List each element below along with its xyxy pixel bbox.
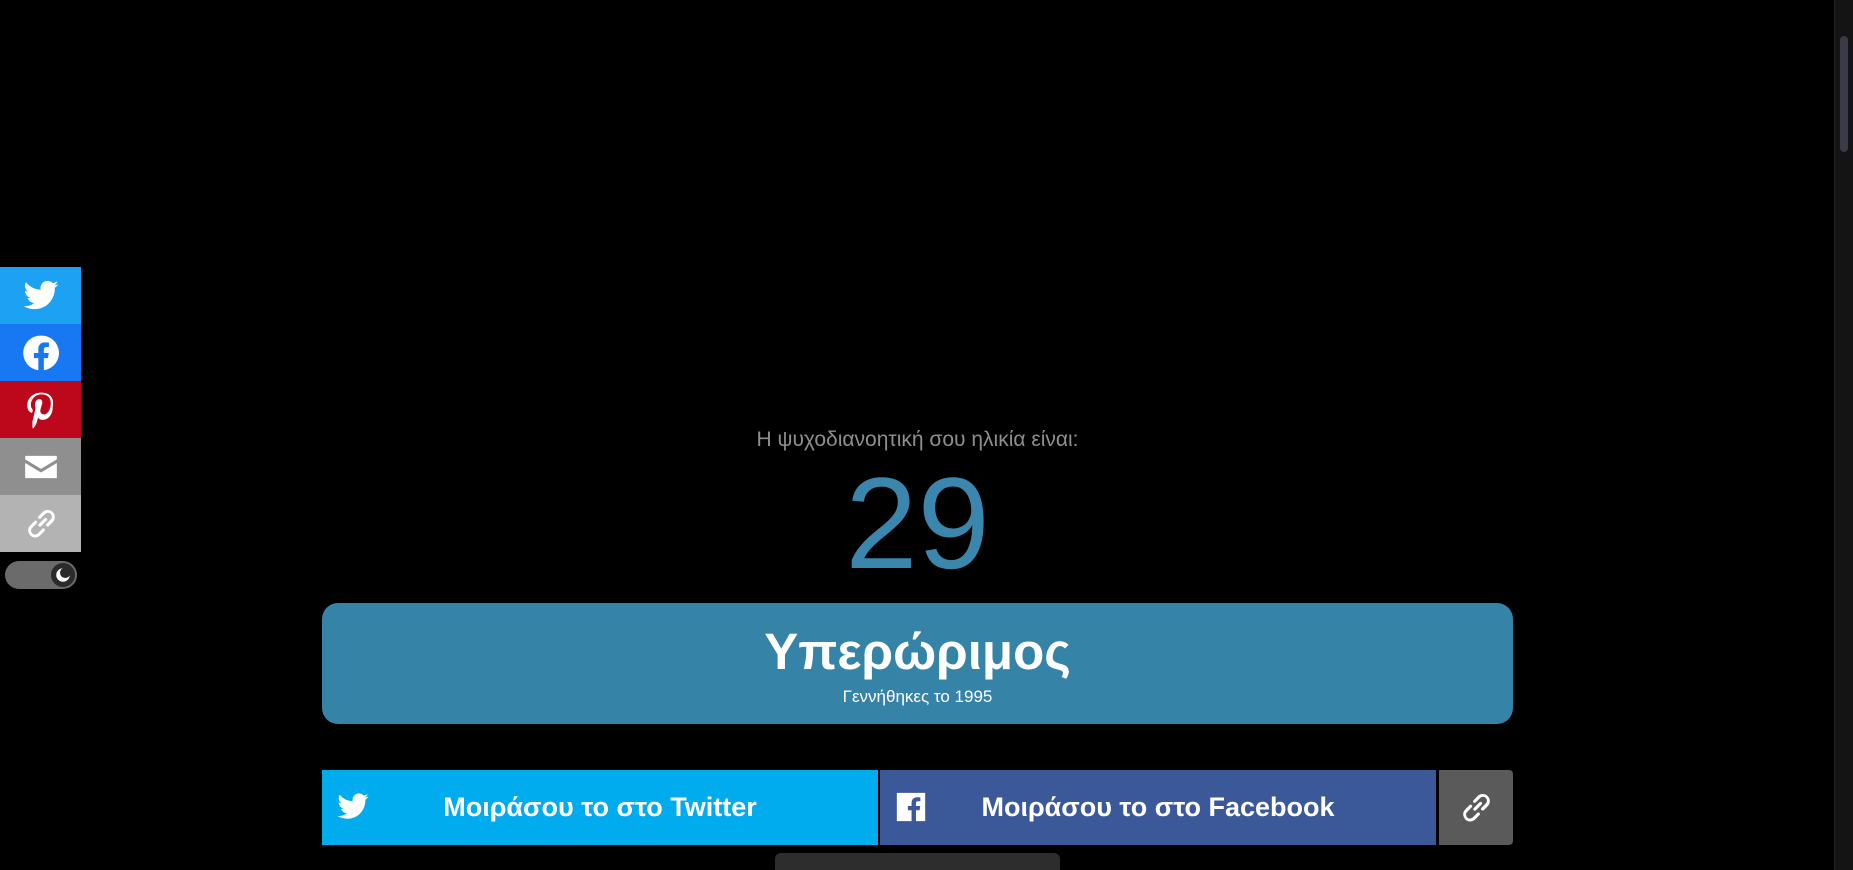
- share-twitter-button[interactable]: Μοιράσου το στο Twitter: [322, 770, 878, 845]
- share-facebook-button[interactable]: Μοιράσου το στο Facebook: [880, 770, 1436, 845]
- vertical-scrollbar[interactable]: [1834, 0, 1853, 870]
- rail-share-twitter-button[interactable]: [0, 267, 81, 324]
- twitter-icon: [336, 790, 370, 824]
- rail-share-facebook-button[interactable]: [0, 324, 81, 381]
- facebook-icon: [22, 335, 59, 370]
- share-facebook-label: Μοιράσου το στο Facebook: [981, 792, 1335, 822]
- result-label: Η ψυχοδιανοητική σου ηλικία είναι:: [756, 428, 1079, 451]
- pinterest-icon: [26, 392, 53, 429]
- facebook-square-icon: [894, 790, 928, 824]
- result-subtitle: Γεννήθηκες το 1995: [842, 687, 993, 706]
- share-twitter-label: Μοιράσου το στο Twitter: [443, 792, 757, 822]
- result-card: Υπερώριμος Γεννήθηκες το 1995: [322, 603, 1513, 724]
- scrollbar-thumb[interactable]: [1840, 36, 1848, 152]
- share-buttons-row: Μοιράσου το στο Twitter Μοιράσου το στο …: [322, 770, 1513, 845]
- result-title: Υπερώριμος: [764, 623, 1071, 680]
- result-age-value: 29: [845, 450, 990, 596]
- twitter-icon: [23, 280, 58, 309]
- copy-link-button[interactable]: [1439, 770, 1513, 845]
- link-icon: [1463, 793, 1490, 821]
- bottom-panel-tab[interactable]: [775, 853, 1060, 870]
- page: Η ψυχοδιανοητική σου ηλικία είναι: 29 Υπ…: [0, 0, 1853, 870]
